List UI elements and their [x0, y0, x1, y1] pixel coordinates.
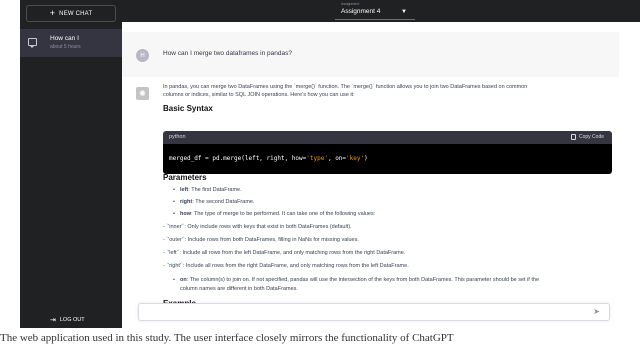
code-segment: , on= [327, 155, 347, 162]
copy-icon [570, 134, 576, 140]
sidebar: + NEW CHAT How can I about 5 hours ⇥ LOG… [20, 0, 122, 328]
caret-down-icon: ▼ [401, 9, 407, 15]
top-bar: Assignment Assignment 4 ▼ [122, 0, 640, 22]
option-right: - `'right'`: Include all rows from the r… [163, 263, 409, 269]
message-input[interactable]: ➤ [138, 303, 610, 321]
heading-parameters: Parameters [163, 173, 207, 182]
param-key: right [180, 199, 193, 205]
code-header: python Copy Code [163, 131, 612, 144]
code-language: python [169, 134, 186, 140]
logout-button[interactable]: ⇥ LOG OUT [50, 316, 85, 324]
chat-bubble-icon [28, 38, 37, 48]
code-segment: merged_df = pd.merge(left, right, how= [169, 155, 307, 162]
assistant-logo-icon: ✺ [136, 87, 149, 100]
param-desc: : The second DataFrame. [192, 199, 255, 205]
copy-code-button[interactable]: Copy Code [570, 134, 604, 140]
intro-line-1: In pandas, you can merge two DataFrames … [163, 84, 528, 90]
param-desc: : The first DataFrame. [188, 187, 242, 193]
code-string: 'type' [306, 155, 328, 162]
copy-code-label: Copy Code [578, 134, 604, 140]
option-left: - `'left'`: Include all rows from the le… [163, 250, 406, 256]
param-key: how [180, 211, 191, 217]
user-avatar: H [136, 49, 149, 62]
code-segment: ) [364, 155, 368, 162]
app-window: + NEW CHAT How can I about 5 hours ⇥ LOG… [0, 0, 640, 347]
param-left: left: The first DataFrame. [173, 187, 242, 193]
option-inner: - `'inner'`: Only include rows with keys… [163, 224, 352, 230]
param-how: how: The type of merge to be performed. … [173, 211, 376, 217]
param-key: on [180, 277, 187, 283]
assistant-message: ✺ In pandas, you can merge two DataFrame… [122, 77, 619, 313]
code-block: python Copy Code merged_df = pd.merge(le… [163, 131, 612, 174]
new-chat-button[interactable]: + NEW CHAT [26, 5, 116, 22]
heading-basic-syntax: Basic Syntax [163, 104, 213, 113]
user-message-text: How can I merge two dataframes in pandas… [163, 50, 292, 57]
code-string: 'key' [346, 155, 365, 162]
param-on-continued: column names are different in both DataF… [180, 286, 298, 292]
assignment-select-value: Assignment 4 [341, 8, 381, 15]
intro-line-2: columns or indices, similar to SQL JOIN … [163, 92, 355, 98]
param-right: right: The second DataFrame. [173, 199, 255, 205]
chat-item-title: How can I [50, 35, 79, 42]
user-message: H How can I merge two dataframes in pand… [122, 32, 619, 77]
code-body: merged_df = pd.merge(left, right, how='t… [163, 144, 612, 174]
param-key: left [180, 187, 189, 193]
assignment-select-caption: Assignment [341, 2, 360, 6]
chat-item-time: about 5 hours [50, 44, 81, 50]
plus-icon: + [49, 8, 56, 18]
sidebar-chat-item[interactable]: How can I about 5 hours [20, 29, 122, 57]
code-line: merged_df = pd.merge(left, right, how='t… [169, 155, 368, 162]
logout-icon: ⇥ [50, 317, 56, 324]
chat-main: H How can I merge two dataframes in pand… [122, 22, 640, 328]
param-on: on: The column(s) to join on. If not spe… [173, 277, 540, 283]
assignment-select[interactable]: Assignment Assignment 4 ▼ [335, 2, 415, 20]
logout-label: LOG OUT [59, 317, 85, 323]
new-chat-label: NEW CHAT [59, 10, 93, 17]
param-desc: : The type of merge to be performed. It … [191, 211, 376, 217]
figure-caption: The web application used in this study. … [0, 332, 454, 344]
param-desc: : The column(s) to join on. If not speci… [186, 277, 540, 283]
send-icon[interactable]: ➤ [593, 307, 600, 316]
option-outer: - `'outer'`: Include rows from both Data… [163, 237, 359, 243]
